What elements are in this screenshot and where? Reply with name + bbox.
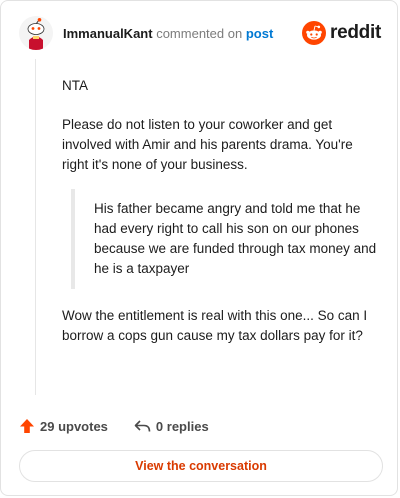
action-text: commented on bbox=[156, 25, 243, 41]
comment-footer: 29 upvotes 0 replies bbox=[19, 415, 235, 437]
upvote-label: 29 upvotes bbox=[40, 418, 108, 434]
comment-body: NTA Please do not listen to your coworke… bbox=[62, 76, 382, 365]
blockquote: His father became angry and told me that… bbox=[71, 189, 382, 289]
reply-count[interactable]: 0 replies bbox=[134, 419, 209, 434]
comment-header: ImmanualKant commented on post reddit bbox=[19, 15, 381, 51]
reply-arrow-icon bbox=[134, 420, 151, 432]
thread-line bbox=[35, 59, 36, 395]
reddit-alien-logo-icon bbox=[302, 21, 327, 45]
comment-text-verdict: NTA bbox=[62, 78, 88, 93]
username[interactable]: ImmanualKant bbox=[63, 26, 153, 41]
avatar[interactable] bbox=[19, 16, 53, 50]
post-link[interactable]: post bbox=[246, 26, 273, 41]
reddit-snoo-avatar-icon bbox=[19, 16, 53, 50]
upvote-arrow-icon bbox=[20, 419, 34, 433]
view-conversation-button[interactable]: View the conversation bbox=[19, 450, 383, 482]
brand-wordmark: reddit bbox=[330, 22, 381, 43]
reply-label: 0 replies bbox=[155, 418, 209, 434]
comment-card: ImmanualKant commented on post reddit NT… bbox=[0, 0, 398, 496]
comment-text-paragraph-2: Wow the entitlement is real with this on… bbox=[62, 308, 368, 343]
comment-meta: ImmanualKant commented on post bbox=[63, 26, 273, 41]
upvote-count[interactable]: 29 upvotes bbox=[19, 418, 108, 434]
reddit-logo[interactable]: reddit bbox=[302, 21, 381, 45]
comment-text-paragraph: Please do not listen to your coworker an… bbox=[62, 117, 353, 172]
